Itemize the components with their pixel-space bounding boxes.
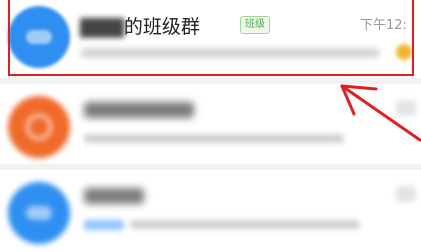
avatar-icon [8, 96, 70, 158]
chat-list-item[interactable] [0, 170, 421, 248]
blurred-title [84, 102, 194, 118]
annotation-arrow-icon [340, 84, 421, 142]
blurred-title [84, 188, 144, 204]
avatar-icon [8, 182, 70, 244]
highlight-box [8, 0, 414, 76]
blurred-preview [130, 220, 360, 229]
blurred-preview [84, 134, 344, 143]
blurred-tag [84, 220, 124, 230]
blurred-time [396, 186, 416, 202]
